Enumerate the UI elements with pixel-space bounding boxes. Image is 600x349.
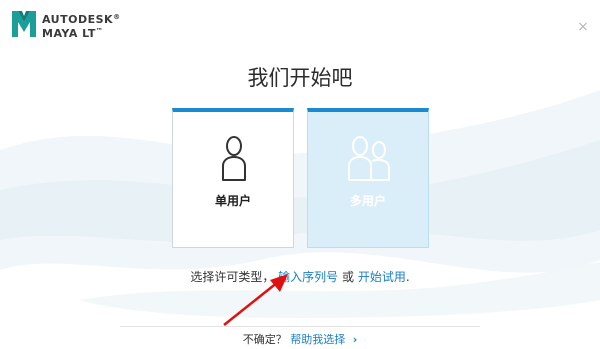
autodesk-maya-lt-logo: AUTODESK® MAYA LT™ — [12, 9, 162, 45]
background-wave — [0, 90, 600, 318]
page-title: 我们开始吧 — [247, 66, 353, 90]
license-dialog: AUTODESK® MAYA LT™ × 我们开始吧 单用户 多用户 选择许可类… — [0, 0, 600, 349]
start-trial-link[interactable]: 开始试用 — [358, 270, 406, 284]
multi-user-card[interactable]: 多用户 — [307, 108, 429, 248]
maya-logo-icon — [12, 11, 36, 37]
annotation-arrow — [223, 274, 288, 326]
close-icon[interactable]: × — [576, 20, 590, 34]
prompt-suffix: . — [405, 270, 410, 284]
brand-trademark: ® — [113, 13, 121, 21]
product-trademark: ™ — [95, 27, 104, 35]
multi-user-icon — [348, 136, 390, 181]
footer-divider — [120, 326, 480, 327]
brand-product: MAYA LT — [42, 27, 96, 40]
single-user-icon — [222, 136, 246, 181]
single-user-label: 单用户 — [214, 194, 251, 208]
footer-question: 不确定？ — [242, 333, 287, 346]
license-prompt: 选择许可类型， 输入序列号 或 开始试用. — [0, 268, 600, 285]
help-me-choose-link[interactable]: 帮助我选择 — [290, 333, 345, 346]
single-user-card[interactable]: 单用户 — [172, 108, 294, 248]
brand-company: AUTODESK — [42, 13, 114, 26]
footer: 不确定？ 帮助我选择 › — [0, 331, 600, 347]
prompt-or: 或 — [342, 270, 355, 284]
chevron-right-icon[interactable]: › — [353, 333, 358, 346]
multi-user-label: 多用户 — [349, 194, 386, 208]
